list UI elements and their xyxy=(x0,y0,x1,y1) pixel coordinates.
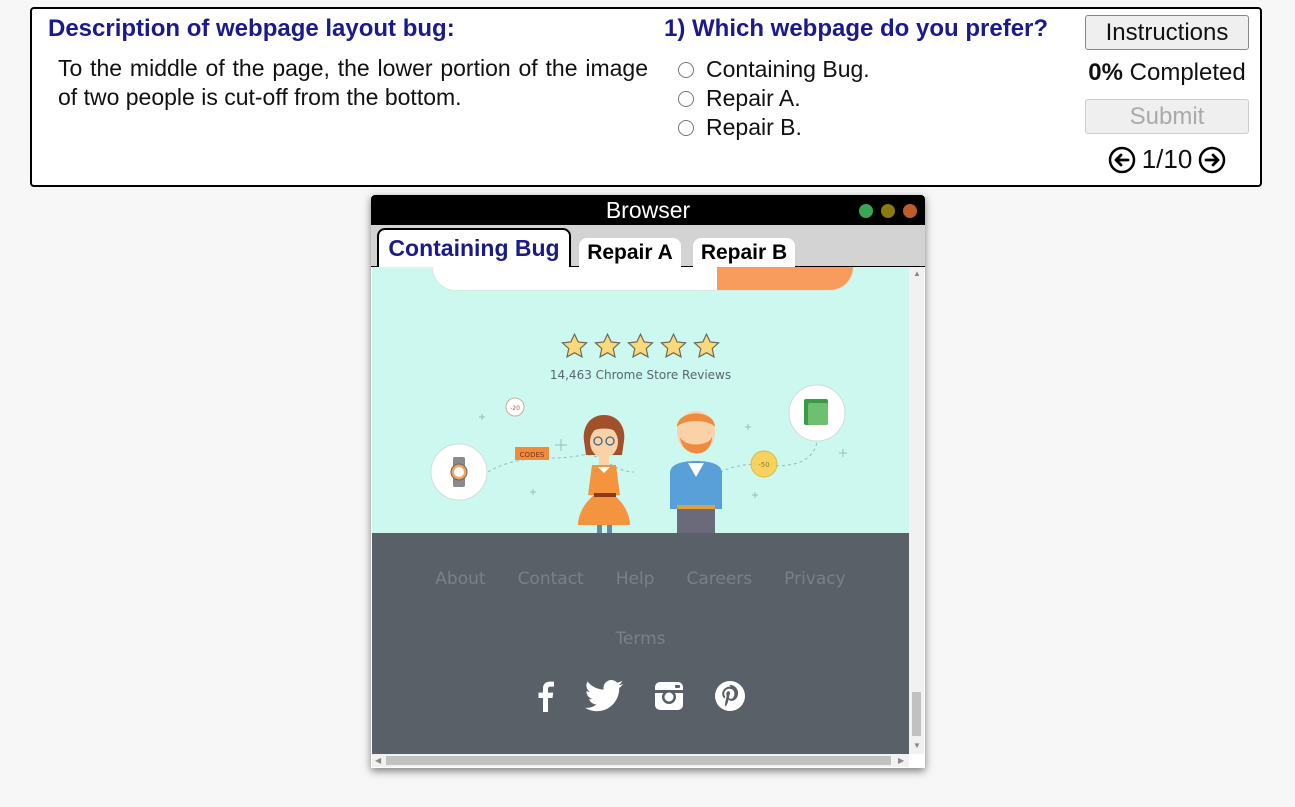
option-repair-a[interactable]: Repair A. xyxy=(678,84,870,113)
tab-repair-b[interactable]: Repair B xyxy=(693,238,795,267)
page-viewport: 14,463 Chrome Store Reviews CODES -20 -5… xyxy=(372,267,909,754)
radio-repair-a[interactable] xyxy=(678,90,694,107)
social-links xyxy=(372,680,909,712)
submit-button[interactable]: Submit xyxy=(1085,99,1249,134)
footer-link-about[interactable]: About xyxy=(435,569,485,589)
tab-bar: Containing Bug Repair A Repair B xyxy=(371,225,925,267)
description-text: To the middle of the page, the lower por… xyxy=(58,55,648,110)
tab-repair-a[interactable]: Repair A xyxy=(579,238,681,267)
option-label: Repair A. xyxy=(706,85,801,111)
scroll-down-icon[interactable]: ▼ xyxy=(913,741,921,750)
coupon-tag: CODES xyxy=(515,447,549,460)
next-arrow-icon[interactable] xyxy=(1198,146,1226,174)
radio-repair-b[interactable] xyxy=(678,119,694,136)
previous-arrow-icon[interactable] xyxy=(1108,146,1136,174)
footer-link-careers[interactable]: Careers xyxy=(686,569,752,589)
horizontal-scroll-thumb[interactable] xyxy=(386,756,891,765)
page-footer: About Contact Help Careers Privacy Terms xyxy=(372,533,909,754)
progress-percent: 0% xyxy=(1088,59,1123,86)
green-dot-icon[interactable] xyxy=(859,204,873,218)
facebook-icon[interactable] xyxy=(536,680,554,712)
vertical-scrollbar[interactable]: ▲ ▼ xyxy=(909,267,924,754)
footer-link-privacy[interactable]: Privacy xyxy=(784,569,846,589)
browser-window: Browser Containing Bug Repair A Repair B… xyxy=(371,195,925,768)
coin-20-label: -20 xyxy=(510,405,520,412)
red-dot-icon[interactable] xyxy=(903,204,917,218)
task-panel: Description of webpage layout bug: To th… xyxy=(30,7,1262,187)
man-figure xyxy=(670,411,722,533)
window-controls xyxy=(859,204,917,218)
question-title: 1) Which webpage do you prefer? xyxy=(664,15,1049,42)
tab-containing-bug[interactable]: Containing Bug xyxy=(377,228,571,267)
browser-titlebar: Browser xyxy=(371,195,925,225)
progress-label: Completed xyxy=(1129,59,1246,86)
woman-figure xyxy=(578,415,630,533)
coupon-tag-label: CODES xyxy=(520,451,545,459)
scroll-up-icon[interactable]: ▲ xyxy=(913,269,921,278)
scroll-left-icon[interactable]: ◀ xyxy=(375,756,381,765)
preference-options: Containing Bug. Repair A. Repair B. xyxy=(678,55,870,142)
pager: 1/10 xyxy=(1085,144,1249,175)
option-repair-b[interactable]: Repair B. xyxy=(678,113,870,142)
hero-section: 14,463 Chrome Store Reviews CODES -20 -5… xyxy=(372,267,909,533)
coin-50-label: -50 xyxy=(758,461,769,469)
scroll-right-icon[interactable]: ▶ xyxy=(898,756,904,765)
yellow-dot-icon[interactable] xyxy=(881,204,895,218)
progress-status: 0% Completed xyxy=(1085,59,1249,87)
option-label: Repair B. xyxy=(706,114,802,140)
coin-20: -20 xyxy=(505,397,525,417)
instructions-button[interactable]: Instructions xyxy=(1085,15,1249,50)
option-label: Containing Bug. xyxy=(706,56,870,82)
option-containing-bug[interactable]: Containing Bug. xyxy=(678,55,870,84)
wallet-bubble xyxy=(788,384,846,442)
description-title: Description of webpage layout bug: xyxy=(48,15,455,42)
footer-links: About Contact Help Careers Privacy xyxy=(372,569,909,589)
vertical-scroll-thumb[interactable] xyxy=(912,692,921,736)
footer-link-terms[interactable]: Terms xyxy=(372,629,909,649)
instagram-icon[interactable] xyxy=(654,681,684,711)
page-counter: 1/10 xyxy=(1141,144,1193,174)
radio-containing-bug[interactable] xyxy=(678,61,694,78)
footer-link-help[interactable]: Help xyxy=(616,569,655,589)
people-illustration: CODES -20 -50 xyxy=(430,384,847,533)
horizontal-scrollbar[interactable]: ◀ ▶ xyxy=(372,754,909,767)
footer-link-contact[interactable]: Contact xyxy=(518,569,584,589)
watch-bubble xyxy=(430,443,488,501)
browser-title: Browser xyxy=(605,197,691,223)
pinterest-icon[interactable] xyxy=(714,680,746,712)
coin-50: -50 xyxy=(750,450,778,478)
twitter-icon[interactable] xyxy=(584,680,624,712)
